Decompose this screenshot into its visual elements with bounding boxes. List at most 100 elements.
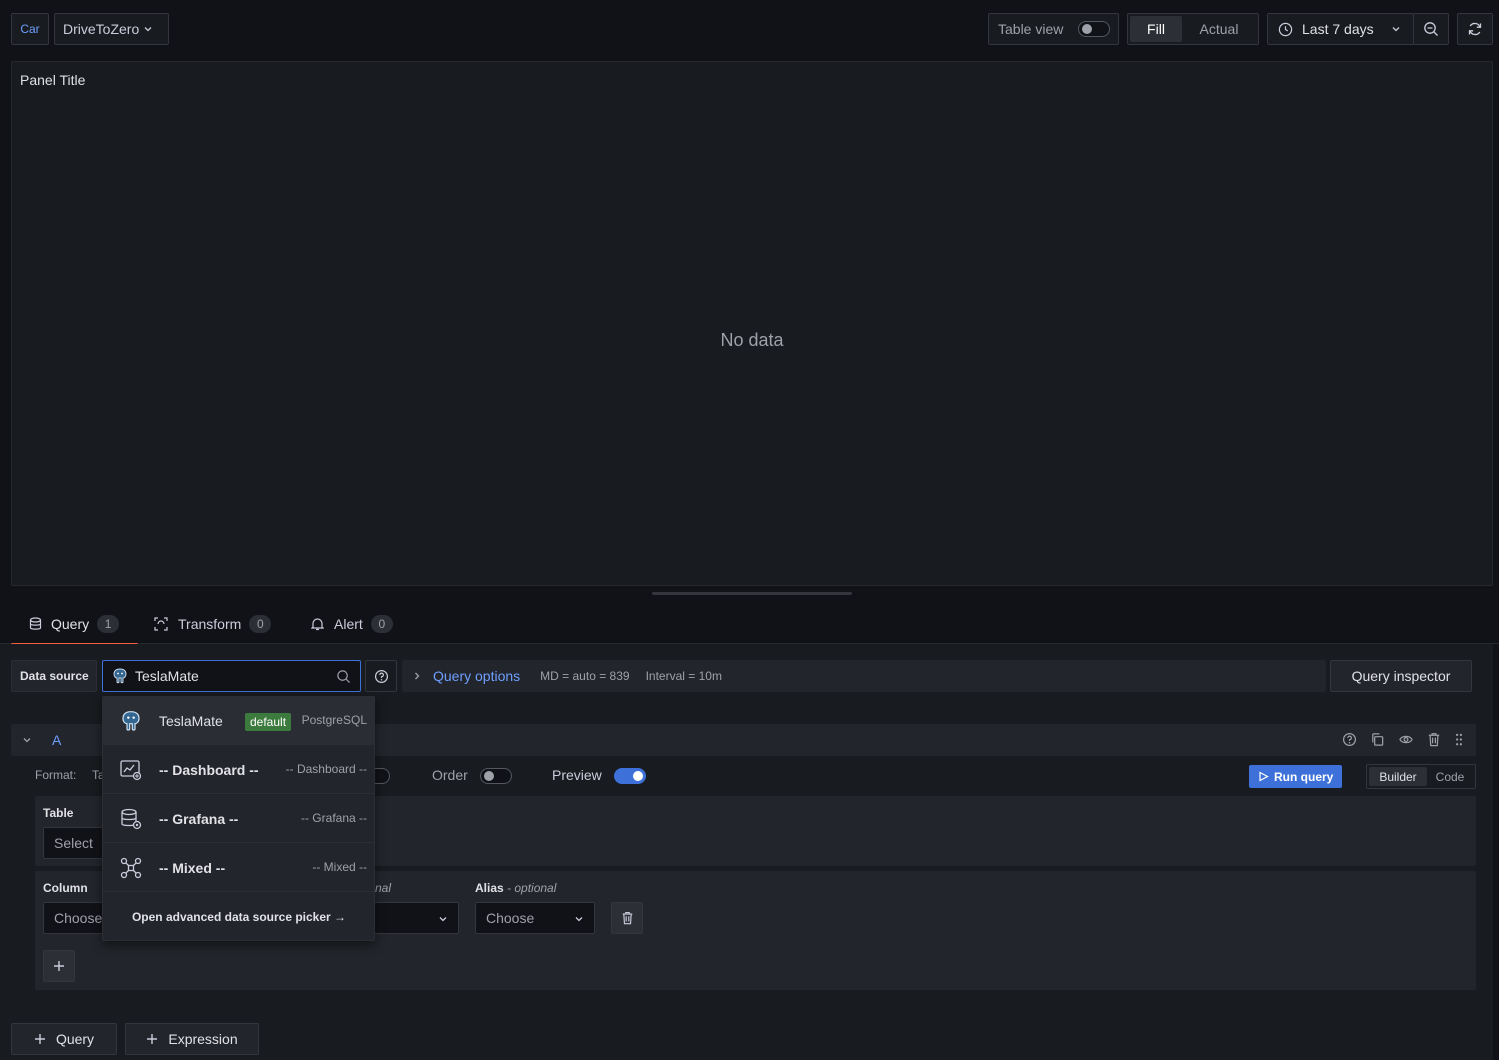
query-inspector-button[interactable]: Query inspector: [1330, 660, 1472, 692]
chevron-right-icon: [412, 671, 422, 681]
dashboard-datasource-icon: [119, 758, 143, 782]
dropdown-item-name: -- Grafana --: [159, 811, 239, 827]
dropdown-item-teslamate[interactable]: TeslaMate default PostgreSQL: [103, 697, 374, 745]
panel-title: Panel Title: [20, 72, 86, 88]
chevron-down-icon: [438, 914, 448, 924]
table-view-switch[interactable]: [1078, 21, 1110, 37]
alias-select[interactable]: Choose: [475, 902, 595, 934]
table-select-placeholder: Select: [54, 835, 93, 851]
collapse-chevron-icon[interactable]: [22, 735, 32, 745]
add-query-label: Query: [55, 1031, 95, 1047]
dropdown-item-name: -- Mixed --: [159, 860, 226, 876]
tab-query-label: Query: [51, 615, 90, 632]
dropdown-item-type: PostgreSQL: [301, 713, 367, 727]
duplicate-icon[interactable]: [1370, 732, 1385, 747]
mixed-datasource-icon: [119, 856, 143, 880]
remove-column-button[interactable]: [611, 902, 643, 934]
add-column-button[interactable]: [43, 950, 75, 982]
add-query-button[interactable]: Query: [11, 1023, 117, 1055]
zoom-out-button[interactable]: [1413, 13, 1449, 45]
alias-select-placeholder: Choose: [486, 910, 535, 926]
bell-icon: [311, 617, 324, 631]
preview-toggle[interactable]: [614, 768, 646, 784]
query-options-bar[interactable]: Query options MD = auto = 839 Interval =…: [402, 660, 1326, 692]
column-select-placeholder: Choose: [54, 910, 103, 926]
database-icon: [29, 616, 42, 631]
datasource-dropdown: TeslaMate default PostgreSQL -- Dashboar…: [102, 696, 375, 941]
datasource-label-box: Data source: [11, 660, 97, 692]
dropdown-item-name: -- Dashboard --: [159, 762, 259, 778]
grafana-datasource-icon: [119, 807, 143, 831]
dropdown-item-type: -- Grafana --: [300, 811, 367, 825]
zoom-out-icon: [1423, 21, 1439, 37]
query-options-label[interactable]: Query options: [433, 668, 520, 684]
query-ref-id[interactable]: A: [52, 732, 61, 748]
aggregation-optional-label: nal: [375, 881, 392, 895]
max-data-points-text: MD = auto = 839: [540, 669, 630, 683]
query-inspector-label: Query inspector: [1351, 668, 1451, 684]
dropdown-item-mixed[interactable]: -- Mixed -- -- Mixed --: [103, 844, 374, 892]
actual-label: Actual: [1199, 21, 1239, 37]
postgresql-icon: [111, 667, 129, 685]
dropdown-item-grafana[interactable]: -- Grafana -- -- Grafana --: [103, 795, 374, 843]
tab-alert-count: 0: [370, 614, 393, 633]
code-label: Code: [1435, 769, 1465, 784]
tab-query-count: 1: [97, 614, 120, 633]
tab-transform-label: Transform: [178, 615, 242, 632]
dropdown-item-name: TeslaMate: [159, 713, 223, 729]
open-advanced-picker-link[interactable]: Open advanced data source picker →: [103, 893, 374, 940]
eye-icon[interactable]: [1398, 732, 1414, 747]
fill-option[interactable]: Fill: [1130, 16, 1182, 42]
editor-tabs: Query 1 Transform 0 Alert 0: [0, 604, 1499, 646]
pane-splitter[interactable]: [652, 592, 852, 595]
datasource-picker[interactable]: TeslaMate: [102, 660, 361, 692]
dashboard-name: DriveToZero: [63, 21, 140, 37]
dashboard-picker[interactable]: DriveToZero: [54, 13, 169, 45]
tab-transform[interactable]: Transform 0: [154, 604, 272, 643]
question-circle-icon: [374, 669, 389, 684]
column-label: Column: [43, 881, 88, 895]
scope-label: Car: [20, 22, 40, 36]
dropdown-item-dashboard[interactable]: -- Dashboard -- -- Dashboard --: [103, 746, 374, 794]
dropdown-item-type: -- Mixed --: [312, 860, 367, 874]
builder-option[interactable]: Builder: [1369, 767, 1427, 786]
code-option[interactable]: Code: [1427, 767, 1473, 786]
table-view-label: Table view: [998, 21, 1064, 37]
tab-alert[interactable]: Alert 0: [311, 604, 393, 643]
trash-icon[interactable]: [1427, 732, 1441, 747]
tab-alert-label: Alert: [334, 615, 363, 632]
scope-chip[interactable]: Car: [11, 13, 49, 45]
run-query-button[interactable]: Run query: [1249, 765, 1342, 788]
time-range-picker[interactable]: Last 7 days: [1267, 13, 1414, 45]
preview-label: Preview: [552, 767, 602, 783]
alias-optional-text: - optional: [507, 881, 557, 895]
alias-label-text: Alias: [475, 881, 504, 895]
order-toggle[interactable]: [480, 768, 512, 784]
table-label: Table: [43, 806, 74, 820]
format-label: Format:: [35, 768, 77, 782]
interval-text: Interval = 10m: [645, 669, 722, 683]
transform-icon: [154, 616, 168, 631]
run-query-label: Run query: [1274, 769, 1334, 784]
chevron-down-icon: [143, 24, 153, 34]
plus-icon: [146, 1033, 158, 1045]
builder-code-toggle: Builder Code: [1366, 764, 1476, 789]
add-expression-button[interactable]: Expression: [125, 1023, 259, 1055]
postgresql-icon: [119, 709, 143, 733]
alias-label: Alias - optional: [475, 881, 556, 895]
no-data-text: No data: [720, 330, 784, 350]
help-icon[interactable]: [1342, 732, 1357, 747]
plus-icon: [53, 960, 65, 972]
datasource-help-button[interactable]: [365, 660, 397, 692]
tab-query[interactable]: Query 1: [11, 604, 138, 646]
refresh-icon: [1467, 21, 1483, 37]
clock-icon: [1278, 22, 1293, 37]
refresh-button[interactable]: [1457, 13, 1493, 45]
fill-label: Fill: [1147, 21, 1165, 37]
chevron-down-icon: [574, 914, 584, 924]
drag-handle-icon[interactable]: [1454, 732, 1464, 747]
datasource-label: Data source: [20, 669, 89, 683]
plus-icon: [34, 1033, 46, 1045]
play-icon: [1258, 771, 1269, 782]
actual-option[interactable]: Actual: [1182, 16, 1256, 42]
